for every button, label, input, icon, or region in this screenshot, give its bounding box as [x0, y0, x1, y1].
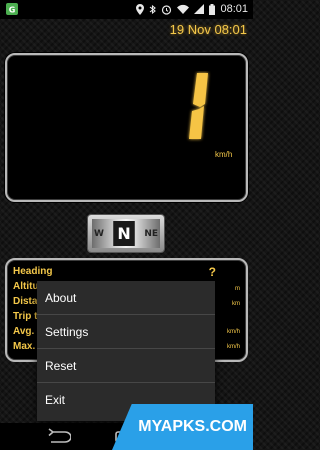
speedometer-panel: km/h — [5, 53, 248, 202]
info-value-altitude: m — [235, 286, 240, 292]
alarm-icon — [161, 4, 172, 15]
signal-icon — [194, 4, 205, 14]
menu-item-settings[interactable]: Settings — [37, 315, 215, 349]
svg-text:G: G — [9, 6, 16, 15]
options-menu: About Settings Reset Exit — [37, 281, 215, 421]
bluetooth-icon — [149, 4, 157, 15]
menu-item-reset[interactable]: Reset — [37, 349, 215, 383]
compass-right-label: NE — [144, 228, 158, 239]
info-value-heading: ? — [208, 265, 216, 279]
compass-left-label: W — [94, 228, 104, 239]
status-time: 08:01 — [220, 3, 248, 15]
menu-item-about[interactable]: About — [37, 281, 215, 315]
wifi-icon — [177, 4, 190, 14]
speed-unit: km/h — [215, 150, 233, 159]
app-notification-icon: G — [5, 2, 19, 16]
status-bar: G 08:01 — [0, 0, 253, 19]
date-time-label: 19 Nov 08:01 — [169, 22, 247, 37]
info-label-heading: Heading — [13, 266, 53, 277]
compass-heading-label: N — [113, 221, 136, 246]
location-icon — [136, 3, 145, 15]
battery-icon — [209, 3, 216, 15]
speed-digit — [179, 71, 219, 147]
info-value-distance: km — [232, 301, 240, 307]
info-value-avg-speed: km/h — [226, 329, 240, 335]
back-icon[interactable] — [45, 428, 72, 448]
info-value-max-speed: km/h — [226, 344, 240, 350]
watermark-banner: MYAPKS.COM — [112, 404, 253, 450]
compass-tape: W N NE — [88, 215, 164, 252]
